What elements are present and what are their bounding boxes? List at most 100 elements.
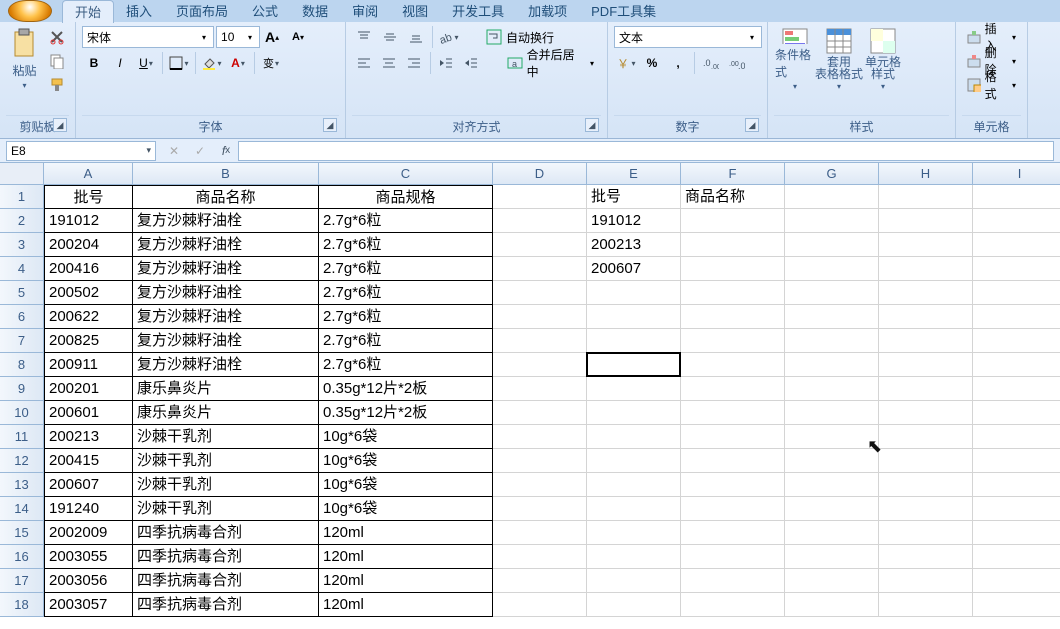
dialog-launcher-icon[interactable]: ◢ [323, 118, 337, 132]
cell[interactable]: 200213 [44, 425, 133, 449]
column-header[interactable]: C [319, 163, 493, 185]
underline-button[interactable]: U [134, 52, 158, 74]
cell[interactable] [973, 233, 1060, 257]
accounting-format-button[interactable]: ￥ [614, 52, 638, 74]
row-header[interactable]: 5 [0, 281, 44, 305]
ribbon-tab[interactable]: 插入 [114, 0, 164, 22]
cell[interactable] [587, 473, 681, 497]
cell[interactable] [493, 569, 587, 593]
cell[interactable] [785, 449, 879, 473]
column-header[interactable]: I [973, 163, 1060, 185]
cell[interactable] [879, 401, 973, 425]
align-left-button[interactable] [352, 52, 375, 74]
cell[interactable] [681, 497, 785, 521]
cell[interactable]: 200825 [44, 329, 133, 353]
enter-formula-button[interactable]: ✓ [190, 142, 210, 160]
cell[interactable]: 200607 [587, 257, 681, 281]
cell[interactable] [681, 329, 785, 353]
cell[interactable] [879, 329, 973, 353]
row-header[interactable]: 13 [0, 473, 44, 497]
cell[interactable] [879, 257, 973, 281]
cell[interactable] [785, 593, 879, 617]
cell[interactable] [681, 257, 785, 281]
cell[interactable] [493, 449, 587, 473]
row-header[interactable]: 17 [0, 569, 44, 593]
row-header[interactable]: 7 [0, 329, 44, 353]
cell[interactable] [973, 569, 1060, 593]
row-header[interactable]: 6 [0, 305, 44, 329]
row-header[interactable]: 14 [0, 497, 44, 521]
cell[interactable] [587, 377, 681, 401]
align-top-button[interactable] [352, 26, 376, 48]
cell[interactable] [493, 473, 587, 497]
cell[interactable] [681, 233, 785, 257]
cell[interactable] [973, 185, 1060, 209]
wrap-text-button[interactable]: 自动换行 [479, 26, 561, 48]
column-header[interactable]: A [44, 163, 133, 185]
cell[interactable]: 康乐鼻炎片 [133, 377, 319, 401]
cell[interactable] [973, 593, 1060, 617]
cell[interactable] [493, 281, 587, 305]
cell[interactable]: 批号 [587, 185, 681, 209]
cell[interactable]: 2.7g*6粒 [319, 257, 493, 281]
cell[interactable]: 191240 [44, 497, 133, 521]
font-color-button[interactable]: A [226, 52, 250, 74]
comma-button[interactable]: , [666, 52, 690, 74]
cell[interactable] [973, 545, 1060, 569]
conditional-format-button[interactable]: 条件格式▾ [774, 26, 816, 92]
cell[interactable] [973, 401, 1060, 425]
cell[interactable]: 200213 [587, 233, 681, 257]
cell[interactable] [879, 281, 973, 305]
cell[interactable] [879, 185, 973, 209]
ribbon-tab[interactable]: 公式 [240, 0, 290, 22]
cell[interactable]: 康乐鼻炎片 [133, 401, 319, 425]
cell[interactable] [973, 449, 1060, 473]
ribbon-tab[interactable]: 页面布局 [164, 0, 240, 22]
cell[interactable] [785, 353, 879, 377]
align-center-button[interactable] [377, 52, 400, 74]
cell[interactable] [973, 377, 1060, 401]
cell[interactable] [785, 497, 879, 521]
cell[interactable]: 沙棘干乳剂 [133, 425, 319, 449]
cell[interactable]: 商品名称 [681, 185, 785, 209]
cell[interactable]: 2003055 [44, 545, 133, 569]
cell[interactable]: 复方沙棘籽油栓 [133, 281, 319, 305]
cell[interactable] [973, 257, 1060, 281]
phonetic-button[interactable]: 变 [259, 52, 283, 74]
ribbon-tab[interactable]: PDF工具集 [579, 0, 668, 22]
cell[interactable] [587, 401, 681, 425]
cell[interactable] [785, 473, 879, 497]
cell[interactable] [973, 473, 1060, 497]
cell[interactable]: 120ml [319, 545, 493, 569]
cell[interactable]: 四季抗病毒合剂 [133, 521, 319, 545]
decrease-indent-button[interactable] [434, 52, 457, 74]
name-box[interactable]: E8▾ [6, 141, 156, 161]
cell[interactable] [681, 377, 785, 401]
orientation-button[interactable]: ab [437, 26, 461, 48]
cell[interactable] [493, 521, 587, 545]
cell[interactable] [879, 305, 973, 329]
cell[interactable]: 120ml [319, 521, 493, 545]
cell[interactable] [785, 233, 879, 257]
cell[interactable]: 商品名称 [133, 185, 319, 209]
cell[interactable]: 复方沙棘籽油栓 [133, 305, 319, 329]
cell[interactable]: 200622 [44, 305, 133, 329]
cell[interactable]: 10g*6袋 [319, 425, 493, 449]
cell[interactable] [879, 377, 973, 401]
cell[interactable]: 10g*6袋 [319, 473, 493, 497]
cell[interactable] [587, 353, 681, 377]
cell[interactable]: 200415 [44, 449, 133, 473]
formula-bar-input[interactable] [238, 141, 1054, 161]
cell[interactable] [879, 353, 973, 377]
cell[interactable] [879, 593, 973, 617]
cell[interactable] [785, 305, 879, 329]
cell[interactable] [493, 497, 587, 521]
border-button[interactable] [167, 52, 191, 74]
cell[interactable]: 10g*6袋 [319, 449, 493, 473]
cell[interactable] [587, 449, 681, 473]
cell[interactable]: 120ml [319, 569, 493, 593]
cell[interactable] [879, 473, 973, 497]
cell[interactable] [785, 281, 879, 305]
cell[interactable] [785, 329, 879, 353]
dialog-launcher-icon[interactable]: ◢ [745, 118, 759, 132]
